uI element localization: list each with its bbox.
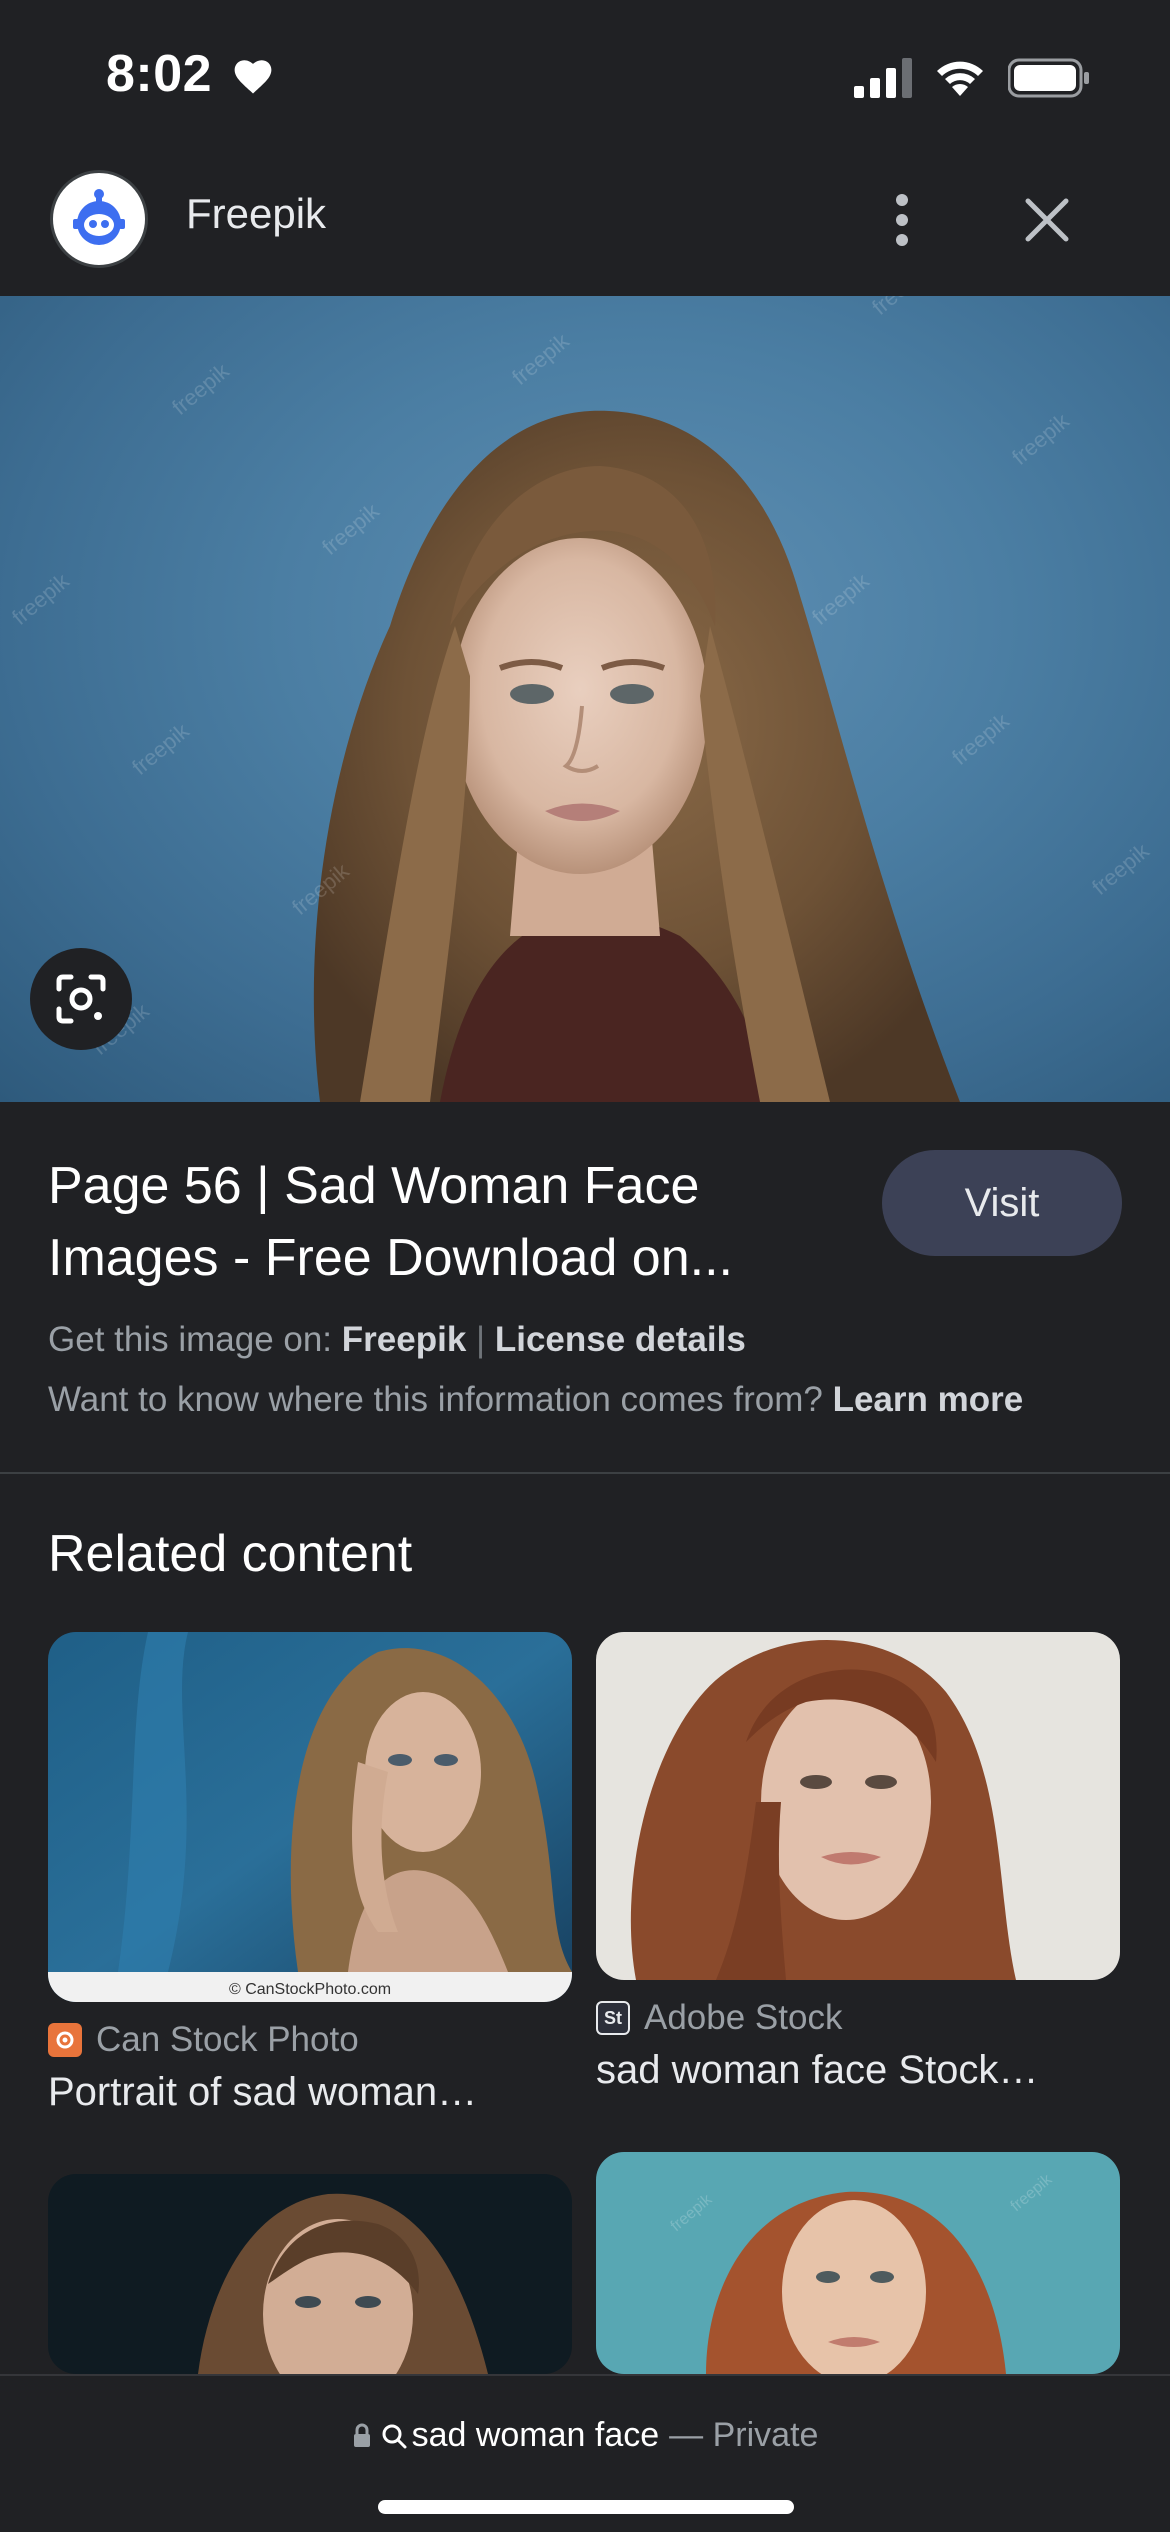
google-lens-icon xyxy=(56,974,106,1024)
related-thumbnail[interactable]: © CanStockPhoto.com xyxy=(48,1632,572,2002)
home-indicator[interactable] xyxy=(378,2500,794,2514)
related-photo xyxy=(48,2174,572,2374)
heart-icon xyxy=(234,60,272,94)
private-mode-label: — Private xyxy=(669,2416,819,2454)
more-vert-icon xyxy=(896,194,908,246)
info-prefix: Want to know where this information come… xyxy=(48,1380,823,1419)
related-source-name: Adobe Stock xyxy=(644,1998,843,2037)
main-image[interactable]: freepik freepik freepik freepik freepik … xyxy=(0,296,1170,1102)
status-time: 8:02 xyxy=(106,45,213,103)
related-source-name: Can Stock Photo xyxy=(96,2020,359,2059)
svg-text:freepik: freepik xyxy=(507,328,574,390)
svg-text:freepik: freepik xyxy=(127,718,194,780)
result-title[interactable]: Page 56 | Sad Woman Face Images - Free D… xyxy=(48,1150,828,1294)
svg-text:freepik: freepik xyxy=(7,568,74,630)
close-button[interactable] xyxy=(1012,180,1082,260)
license-details-link[interactable]: License details xyxy=(495,1320,746,1359)
adobe-stock-icon: St xyxy=(596,2001,630,2035)
image-source-line: Get this image on: Freepik | License det… xyxy=(48,1320,746,1360)
svg-text:freepik: freepik xyxy=(867,296,934,320)
related-item[interactable]: St Adobe Stock sad woman face Stock… xyxy=(596,1632,1120,2093)
related-content-heading: Related content xyxy=(48,1525,413,1583)
get-image-prefix: Get this image on: xyxy=(48,1320,333,1359)
wifi-icon xyxy=(937,61,983,96)
can-stock-photo-icon xyxy=(48,2023,82,2057)
related-item[interactable] xyxy=(48,2174,572,2374)
related-photo: freepik freepik xyxy=(596,2152,1120,2374)
related-thumbnail[interactable]: freepik freepik xyxy=(596,2152,1120,2374)
related-item[interactable]: © CanStockPhoto.com Can Stock Photo Port… xyxy=(48,1632,572,2115)
search-query: sad woman face xyxy=(411,2416,660,2454)
portrait-photo: freepik freepik freepik freepik freepik … xyxy=(7,296,1155,1102)
svg-text:freepik: freepik xyxy=(947,708,1014,770)
related-photo: © CanStockPhoto.com xyxy=(48,1632,572,2002)
svg-text:freepik: freepik xyxy=(317,498,384,560)
related-title[interactable]: Portrait of sad woman… xyxy=(48,2070,572,2115)
freepik-robot-logo-icon xyxy=(73,189,125,245)
more-options-button[interactable] xyxy=(872,180,932,260)
lock-icon xyxy=(353,2423,370,2447)
visit-button[interactable]: Visit xyxy=(882,1150,1122,1256)
info-source-line: Want to know where this information come… xyxy=(48,1380,1023,1420)
image-source-link[interactable]: Freepik xyxy=(342,1320,467,1359)
related-thumbnail[interactable] xyxy=(48,2174,572,2374)
related-thumbnail[interactable] xyxy=(596,1632,1120,1980)
site-avatar[interactable] xyxy=(50,170,148,268)
bottom-address-bar: sad woman face — Private xyxy=(0,2374,1170,2532)
search-icon xyxy=(382,2424,407,2448)
related-source: Can Stock Photo xyxy=(48,2020,572,2060)
related-source: St Adobe Stock xyxy=(596,1998,1120,2038)
svg-text:freepik: freepik xyxy=(167,358,234,420)
related-photo xyxy=(596,1632,1120,1980)
divider xyxy=(0,1472,1170,1474)
close-icon xyxy=(1025,198,1069,242)
learn-more-link[interactable]: Learn more xyxy=(833,1380,1024,1419)
svg-text:freepik: freepik xyxy=(1087,838,1154,900)
image-caption: © CanStockPhoto.com xyxy=(229,1981,391,1998)
image-viewer-header: Freepik xyxy=(0,150,1170,296)
site-name[interactable]: Freepik xyxy=(186,190,326,238)
cellular-signal-icon xyxy=(854,58,912,98)
related-title[interactable]: sad woman face Stock… xyxy=(596,2048,1120,2093)
google-lens-button[interactable] xyxy=(30,948,132,1050)
address-field[interactable]: sad woman face — Private xyxy=(0,2416,1170,2455)
related-item[interactable]: freepik freepik xyxy=(596,2152,1120,2374)
separator: | xyxy=(476,1320,486,1359)
status-bar: 8:02 xyxy=(0,0,1170,150)
battery-icon xyxy=(1008,58,1089,98)
svg-text:freepik: freepik xyxy=(807,568,874,630)
svg-text:freepik: freepik xyxy=(1007,408,1074,470)
